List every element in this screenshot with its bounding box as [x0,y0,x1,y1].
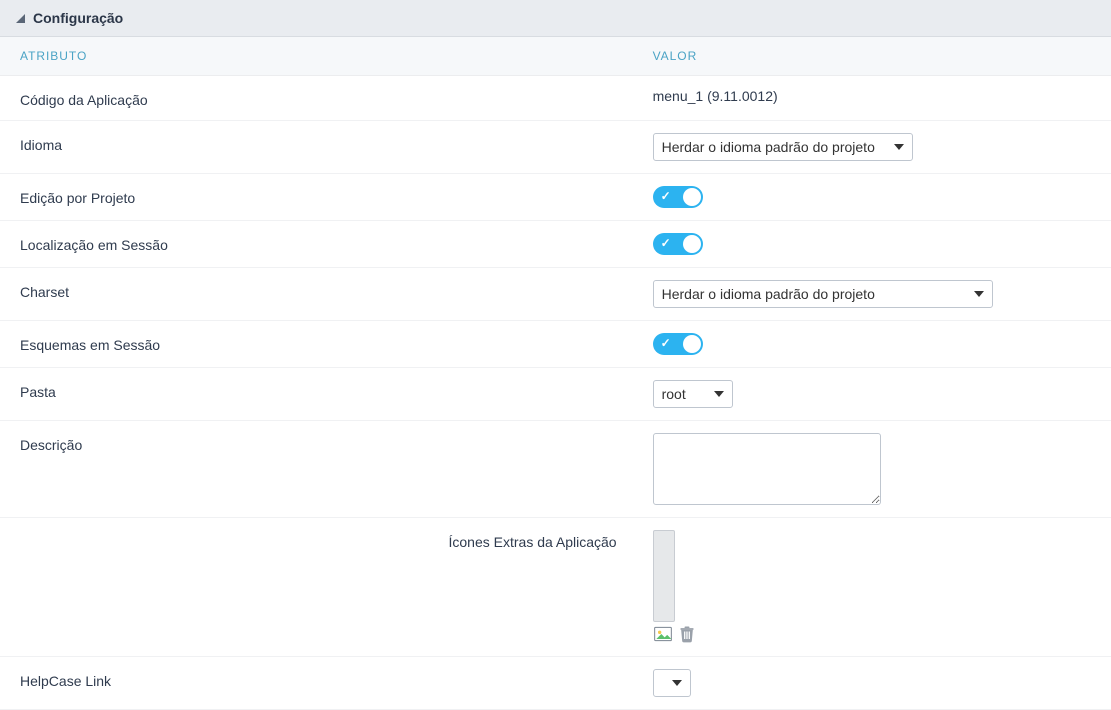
label-language: Idioma [16,133,653,153]
icon-preview-box [653,530,675,622]
row-helpcase: HelpCase Link [0,657,1111,710]
image-picker-icon[interactable] [653,624,673,644]
row-extra-icons: Ícones Extras da Aplicação [0,518,1111,657]
select-folder[interactable]: root [653,380,733,408]
label-helpcase: HelpCase Link [16,669,653,689]
toggle-knob [683,235,701,253]
row-session-schemas: Esquemas em Sessão ✓ [0,321,1111,368]
select-helpcase[interactable] [653,669,691,697]
label-extra-icons: Ícones Extras da Aplicação [16,530,653,550]
label-app-code: Código da Aplicação [16,88,653,108]
column-header-attribute: ATRIBUTO [16,49,653,63]
check-icon: ✓ [661,336,671,350]
row-app-code: Código da Aplicação menu_1 (9.11.0012) [0,76,1111,121]
extra-icons-slot [653,530,697,644]
row-charset: Charset Herdar o idioma padrão do projet… [0,268,1111,321]
panel-header: Configuração [0,0,1111,37]
collapse-caret-icon[interactable] [16,14,25,23]
toggle-session-locale[interactable]: ✓ [653,233,703,255]
toggle-knob [683,188,701,206]
check-icon: ✓ [661,236,671,250]
textarea-description[interactable] [653,433,881,505]
toggle-session-schemas[interactable]: ✓ [653,333,703,355]
row-edit-by-project: Edição por Projeto ✓ [0,174,1111,221]
label-session-locale: Localização em Sessão [16,233,653,253]
label-session-schemas: Esquemas em Sessão [16,333,653,353]
label-edit-by-project: Edição por Projeto [16,186,653,206]
row-session-locale: Localização em Sessão ✓ [0,221,1111,268]
column-header-value: VALOR [653,49,1095,63]
select-language[interactable]: Herdar o idioma padrão do projeto [653,133,913,161]
row-description: Descrição [0,421,1111,518]
label-folder: Pasta [16,380,653,400]
select-charset[interactable]: Herdar o idioma padrão do projeto [653,280,993,308]
row-folder: Pasta root [0,368,1111,421]
label-charset: Charset [16,280,653,300]
panel-title: Configuração [33,10,123,26]
toggle-edit-by-project[interactable]: ✓ [653,186,703,208]
column-headers: ATRIBUTO VALOR [0,37,1111,76]
toggle-knob [683,335,701,353]
row-language: Idioma Herdar o idioma padrão do projeto [0,121,1111,174]
check-icon: ✓ [661,189,671,203]
label-description: Descrição [16,433,653,453]
delete-icon[interactable] [677,624,697,644]
value-app-code: menu_1 (9.11.0012) [653,88,778,104]
